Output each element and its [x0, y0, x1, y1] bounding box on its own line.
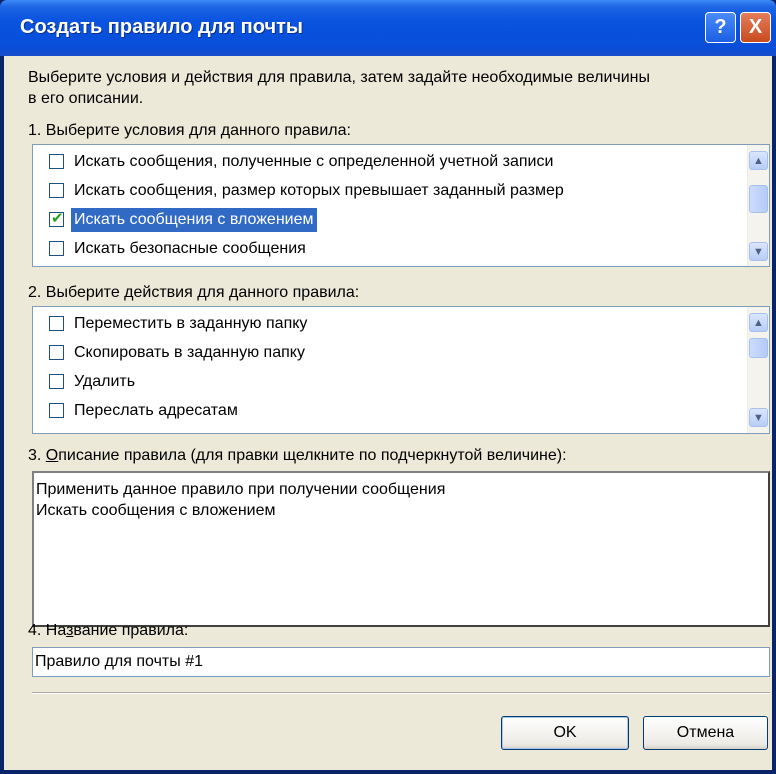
rule-name-label-rest: вание правила:	[73, 622, 189, 639]
item-label: Переместить в заданную папку	[74, 315, 308, 332]
checkbox[interactable]	[49, 183, 64, 198]
item-label: Скопировать в заданную папку	[74, 344, 305, 361]
checkbox[interactable]	[49, 241, 64, 256]
item-label: Искать безопасные сообщения	[74, 240, 306, 257]
scroll-down-button[interactable]: ▼	[749, 408, 768, 427]
description-label-accel: О	[45, 447, 59, 464]
rule-name-input[interactable]	[32, 647, 770, 677]
item-label: Искать сообщения, размер которых превыша…	[74, 182, 564, 199]
scroll-up-button[interactable]: ▲	[749, 313, 768, 332]
action-item[interactable]: Удалить	[33, 368, 739, 396]
scroll-up-button[interactable]: ▲	[749, 151, 768, 170]
checkmark-icon: ✔	[51, 210, 64, 227]
close-button[interactable]: X	[740, 12, 771, 43]
item-label: Переслать адресатам	[74, 402, 238, 419]
action-item[interactable]: Переслать адресатам	[33, 397, 739, 425]
rule-name-label-prefix: 4. На	[28, 622, 67, 639]
description-line: Искать сообщения с вложением	[36, 502, 276, 519]
condition-item[interactable]: Искать безопасные сообщения	[33, 235, 739, 263]
chevron-up-icon: ▲	[753, 316, 764, 329]
separator	[32, 692, 770, 694]
rule-description-box[interactable]: Применить данное правило при получении с…	[32, 471, 770, 627]
intro-text-line1: Выберите условия и действия для правила,…	[28, 69, 650, 86]
description-line: Применить данное правило при получении с…	[36, 481, 446, 498]
checkbox[interactable]: ✔	[49, 210, 64, 227]
conditions-scrollbar[interactable]: ▲ ▼	[747, 145, 769, 266]
actions-label: 2. Выберите действия для данного правила…	[28, 284, 360, 301]
help-icon: ?	[714, 16, 727, 38]
intro-text-line2: в его описании.	[28, 90, 144, 107]
description-label-rest: писание правила (для правки щелкните по …	[58, 447, 567, 464]
close-icon: X	[748, 16, 763, 38]
item-label: Искать сообщения с вложением	[71, 208, 317, 232]
checkbox[interactable]	[49, 154, 64, 169]
rule-name-label: 4. Название правила:	[28, 622, 188, 640]
dialog-body: Выберите условия и действия для правила,…	[4, 56, 772, 770]
chevron-down-icon: ▼	[753, 411, 764, 424]
ok-button[interactable]: OK	[501, 716, 629, 750]
title-bar[interactable]: Создать правило для почты ? X	[0, 0, 776, 56]
scroll-thumb[interactable]	[749, 185, 768, 213]
description-label-prefix: 3.	[28, 447, 46, 464]
description-label: 3. Описание правила (для правки щелкните…	[28, 447, 567, 465]
scroll-thumb[interactable]	[749, 338, 768, 358]
checkbox[interactable]	[49, 403, 64, 418]
checkbox[interactable]	[49, 345, 64, 360]
condition-item[interactable]: Искать сообщения, полученные с определен…	[33, 148, 739, 176]
help-button[interactable]: ?	[705, 12, 736, 43]
actions-scrollbar[interactable]: ▲ ▼	[747, 307, 769, 433]
actions-list[interactable]: Переместить в заданную папку Скопировать …	[32, 306, 770, 434]
chevron-up-icon: ▲	[753, 154, 764, 167]
checkbox[interactable]	[49, 316, 64, 331]
checkbox[interactable]	[49, 374, 64, 389]
chevron-down-icon: ▼	[753, 245, 764, 258]
dialog-window: Создать правило для почты ? X Выберите у…	[0, 0, 776, 774]
condition-item[interactable]: Искать сообщения, размер которых превыша…	[33, 177, 739, 205]
action-item[interactable]: Скопировать в заданную папку	[33, 339, 739, 367]
conditions-label: 1. Выберите условия для данного правила:	[28, 122, 351, 139]
item-label: Удалить	[74, 373, 136, 390]
cancel-button[interactable]: Отмена	[643, 716, 768, 750]
scroll-down-button[interactable]: ▼	[749, 242, 768, 261]
item-label: Искать сообщения, полученные с определен…	[74, 153, 554, 170]
dialog-title: Создать правило для почты	[20, 16, 303, 38]
conditions-list[interactable]: Искать сообщения, полученные с определен…	[32, 144, 770, 267]
action-item[interactable]: Переместить в заданную папку	[33, 310, 739, 338]
condition-item[interactable]: ✔ Искать сообщения с вложением	[33, 206, 739, 234]
